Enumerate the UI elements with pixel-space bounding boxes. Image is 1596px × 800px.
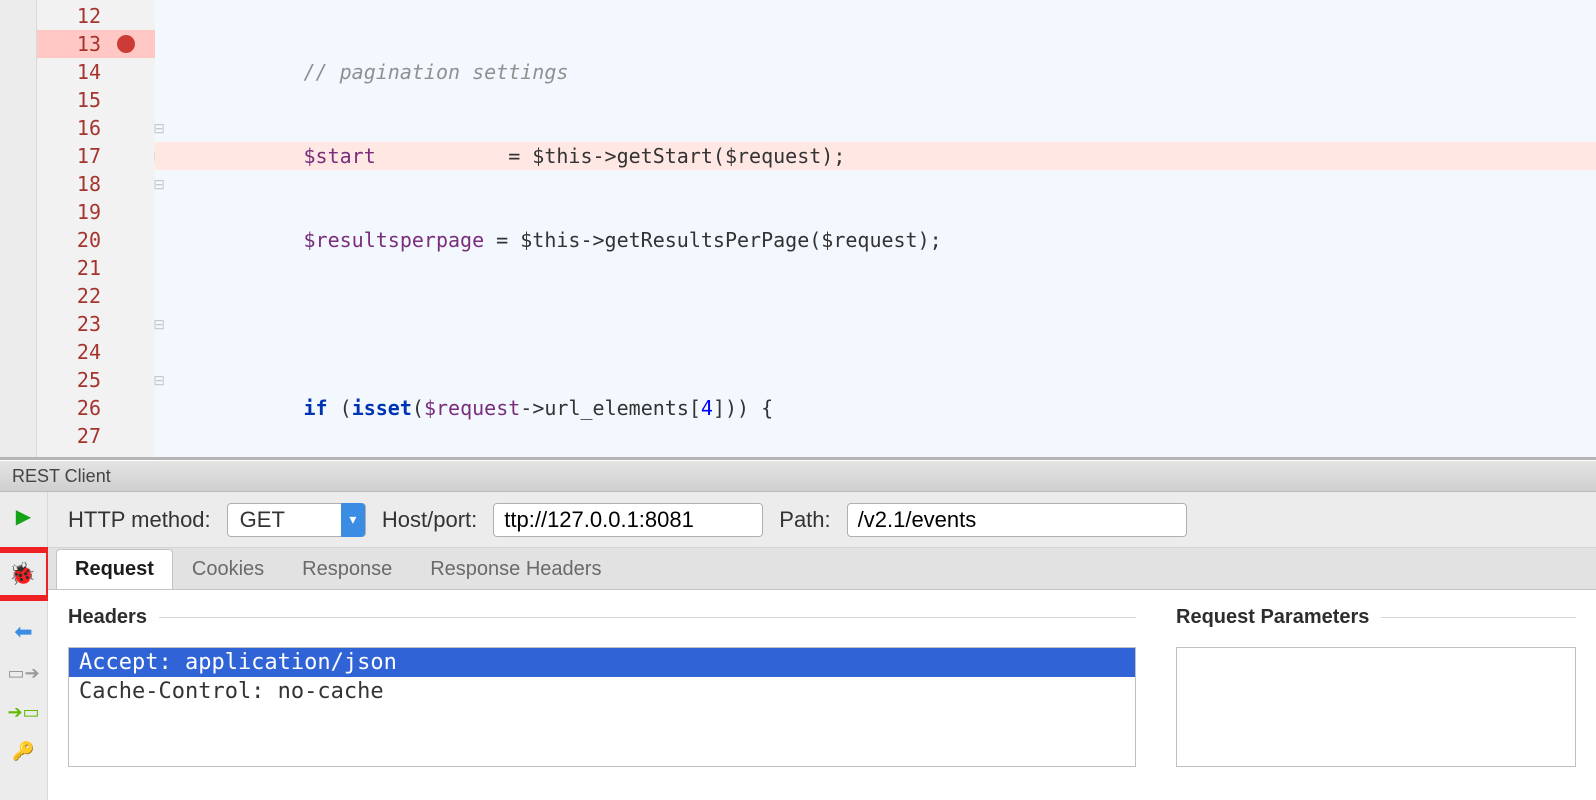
code-token: isset — [352, 396, 412, 420]
line-number: 21 — [77, 256, 101, 280]
line-number: 20 — [77, 228, 101, 252]
breakpoint-icon[interactable] — [117, 35, 135, 53]
code-token: = $this->getResultsPerPage($request); — [484, 228, 942, 252]
rest-tabs: RequestCookiesResponseResponse Headers — [48, 548, 1596, 590]
editor-left-margin — [0, 0, 37, 457]
debug-icon[interactable]: 🐞 — [9, 561, 36, 587]
line-number: 27 — [77, 424, 101, 448]
request-config-row: HTTP method: GET ▾ Host/port: Path: — [48, 492, 1596, 548]
path-label: Path: — [779, 507, 830, 533]
gutter-row[interactable]: 21 — [37, 254, 155, 282]
rest-main: HTTP method: GET ▾ Host/port: Path: Requ… — [48, 492, 1596, 800]
gutter-row[interactable]: 12 — [37, 2, 155, 30]
code-token: $resultsperpage — [304, 228, 485, 252]
gutter-row[interactable]: 25⊟ — [37, 366, 155, 394]
rest-client-title-bar: REST Client — [0, 460, 1596, 492]
line-number: 17 — [77, 144, 101, 168]
gutter-row[interactable]: 24 — [37, 338, 155, 366]
tab-cookies[interactable]: Cookies — [173, 549, 283, 589]
run-icon[interactable]: ▶ — [16, 504, 31, 529]
http-method-value: GET — [240, 507, 285, 533]
headers-list[interactable]: Accept: application/jsonCache-Control: n… — [68, 647, 1136, 767]
http-method-label: HTTP method: — [68, 507, 211, 533]
code-token: = $this->getStart($request); — [496, 144, 845, 168]
line-number: 14 — [77, 60, 101, 84]
keys-icon[interactable]: 🔑 — [12, 741, 34, 762]
code-token: 4 — [701, 396, 713, 420]
rest-client-title: REST Client — [12, 466, 111, 487]
back-icon[interactable]: ⬅ — [14, 619, 32, 645]
code-token: ->url_elements[ — [520, 396, 701, 420]
tab-response[interactable]: Response — [283, 549, 411, 589]
chevron-down-icon: ▾ — [341, 503, 365, 537]
headers-panel: Headers Accept: application/jsonCache-Co… — [48, 590, 1156, 800]
rest-client-body: ▶ 🐞 ⬅ ▭➔ ➔▭ 🔑 HTTP method: GET ▾ Host/po… — [0, 492, 1596, 800]
editor-gutter[interactable]: 12 13 14 1516⊟17⊟18⊟19 20 21 2223⊟2425⊟26 27 — [37, 0, 155, 457]
editor-body[interactable]: // pagination settings $start = $this->g… — [155, 0, 1596, 457]
line-number: 24 — [77, 340, 101, 364]
code-token: ])) { — [713, 396, 773, 420]
host-label: Host/port: — [382, 507, 477, 533]
path-input[interactable] — [847, 503, 1187, 537]
line-number: 22 — [77, 284, 101, 308]
line-number: 15 — [77, 88, 101, 112]
params-list[interactable] — [1176, 647, 1576, 767]
header-item[interactable]: Cache-Control: no-cache — [69, 677, 1135, 706]
line-number: 25 — [77, 368, 101, 392]
line-number: 13 — [77, 32, 101, 56]
export-icon[interactable]: ▭➔ — [7, 663, 39, 684]
tab-request[interactable]: Request — [56, 549, 173, 589]
gutter-row[interactable]: 26 — [37, 394, 155, 422]
host-input[interactable] — [493, 503, 763, 537]
header-item[interactable]: Accept: application/json — [69, 648, 1135, 677]
gutter-row[interactable]: 14 — [37, 58, 155, 86]
code-comment: // pagination settings — [304, 60, 569, 84]
gutter-row[interactable]: 13 — [37, 30, 155, 58]
line-number: 12 — [77, 4, 101, 28]
line-number: 18 — [77, 172, 101, 196]
gutter-row[interactable]: 18⊟ — [37, 170, 155, 198]
code-token: $start — [304, 144, 376, 168]
gutter-row[interactable]: 27 — [37, 422, 155, 450]
divider — [159, 617, 1136, 618]
tab-response-headers[interactable]: Response Headers — [411, 549, 620, 589]
rest-panels: Headers Accept: application/jsonCache-Co… — [48, 590, 1596, 800]
line-number: 19 — [77, 200, 101, 224]
gutter-row[interactable]: 17⊟ — [37, 142, 155, 170]
divider — [1381, 617, 1576, 618]
import-icon[interactable]: ➔▭ — [7, 702, 39, 723]
gutter-row[interactable]: 22 — [37, 282, 155, 310]
params-title: Request Parameters — [1176, 606, 1369, 629]
code-editor-pane: 12 13 14 1516⊟17⊟18⊟19 20 21 2223⊟2425⊟26 27 //… — [0, 0, 1596, 460]
rest-sidebar: ▶ 🐞 ⬅ ▭➔ ➔▭ 🔑 — [0, 492, 48, 800]
gutter-row[interactable]: 19 — [37, 198, 155, 226]
params-panel: Request Parameters — [1156, 590, 1596, 800]
line-number: 26 — [77, 396, 101, 420]
http-method-select[interactable]: GET ▾ — [227, 503, 366, 537]
line-number: 23 — [77, 312, 101, 336]
gutter-row[interactable]: 15 — [37, 86, 155, 114]
gutter-row[interactable]: 20 — [37, 226, 155, 254]
line-number: 16 — [77, 116, 101, 140]
code-token: if — [304, 396, 328, 420]
code-token: $request — [424, 396, 520, 420]
debug-button-highlight: 🐞 — [0, 547, 52, 601]
headers-title: Headers — [68, 606, 147, 629]
gutter-row[interactable]: 23⊟ — [37, 310, 155, 338]
gutter-row[interactable]: 16⊟ — [37, 114, 155, 142]
